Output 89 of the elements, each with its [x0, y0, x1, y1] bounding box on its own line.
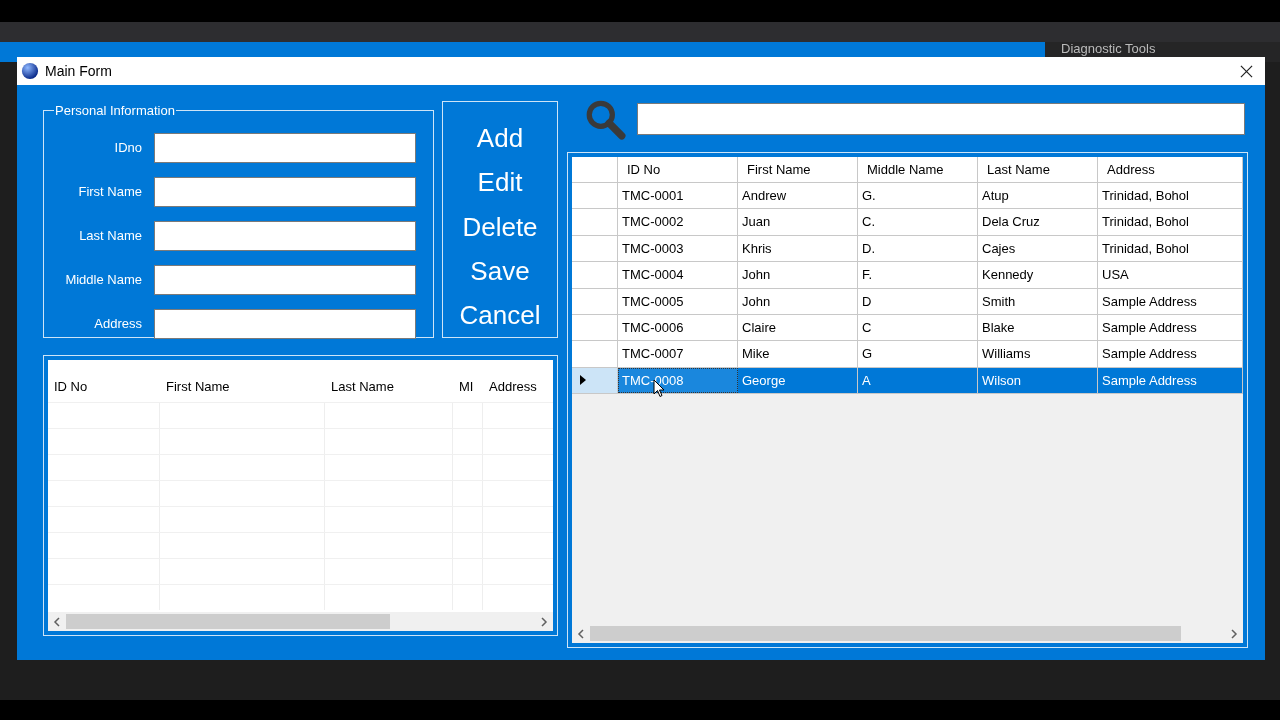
- scroll-thumb[interactable]: [66, 614, 390, 629]
- table-cell: A: [858, 367, 978, 394]
- table-row[interactable]: TMC-0006 Claire C Blake Sample Address: [572, 314, 1243, 342]
- column-header[interactable]: Last Name: [325, 376, 453, 396]
- table-cell: TMC-0008: [618, 367, 738, 394]
- table-cell: TMC-0005: [618, 288, 738, 314]
- action-button[interactable]: Delete: [458, 204, 542, 249]
- table-cell: Smith: [978, 288, 1098, 314]
- search-icon: [584, 98, 626, 140]
- table-cell: Sample Address: [1098, 314, 1243, 341]
- table-cell: Wilson: [978, 367, 1098, 394]
- panel-title: Diagnostic Tools: [1061, 42, 1157, 56]
- table-cell: Sample Address: [1098, 341, 1243, 367]
- table-cell: D.: [858, 235, 978, 262]
- table-cell: Trinidad, Bohol: [1098, 209, 1243, 235]
- input-field[interactable]: [154, 220, 416, 251]
- close-icon: [1239, 64, 1253, 78]
- table-cell: John: [738, 288, 858, 314]
- column-header[interactable]: Address: [1098, 157, 1243, 182]
- field-label: Middle Name: [64, 270, 142, 289]
- action-button[interactable]: Edit: [473, 160, 527, 205]
- table-row[interactable]: TMC-0008 George A Wilson Sample Address: [572, 367, 1243, 395]
- column-header[interactable]: ID No: [48, 376, 160, 396]
- column-header[interactable]: First Name: [738, 157, 858, 182]
- table-row[interactable]: TMC-0007 Mike G Williams Sample Address: [572, 341, 1243, 368]
- table-cell: Khris: [738, 235, 858, 262]
- table-cell: USA: [1098, 262, 1243, 288]
- table-cell: G.: [858, 183, 978, 209]
- table-cell: Dela Cruz: [978, 209, 1098, 235]
- column-header[interactable]: Last Name: [978, 157, 1098, 182]
- table-cell: Atup: [978, 183, 1098, 209]
- action-button[interactable]: Cancel: [455, 292, 545, 337]
- table-row[interactable]: TMC-0004 John F. Kennedy USA: [572, 262, 1243, 289]
- column-header[interactable]: Middle Name: [858, 157, 978, 182]
- horizontal-scrollbar[interactable]: [48, 612, 553, 631]
- table-cell: TMC-0007: [618, 341, 738, 367]
- table-cell: F.: [858, 262, 978, 288]
- table-cell: Mike: [738, 341, 858, 367]
- table-cell: TMC-0006: [618, 314, 738, 341]
- scroll-right-icon[interactable]: [1229, 628, 1239, 639]
- table-cell: Sample Address: [1098, 288, 1243, 314]
- table-cell: Trinidad, Bohol: [1098, 235, 1243, 262]
- table-cell: TMC-0002: [618, 209, 738, 235]
- table-cell: C.: [858, 209, 978, 235]
- field-label: Last Name: [78, 226, 142, 245]
- table-cell: C: [858, 314, 978, 341]
- current-row-icon: [580, 375, 586, 386]
- input-field[interactable]: [154, 264, 416, 295]
- table-cell: D: [858, 288, 978, 314]
- table-row[interactable]: TMC-0001 Andrew G. Atup Trinidad, Bohol: [572, 183, 1243, 210]
- scroll-right-icon[interactable]: [539, 616, 549, 627]
- column-header[interactable]: ID No: [618, 157, 738, 182]
- table-cell: Juan: [738, 209, 858, 235]
- column-header[interactable]: MI: [453, 376, 483, 396]
- field-label: First Name: [77, 182, 142, 201]
- scroll-left-icon[interactable]: [576, 628, 586, 639]
- table-cell: Kennedy: [978, 262, 1098, 288]
- row-header[interactable]: [572, 367, 618, 394]
- table-cell: Williams: [978, 341, 1098, 367]
- table-cell: Andrew: [738, 183, 858, 209]
- table-cell: Trinidad, Bohol: [1098, 183, 1243, 209]
- window-title: Main Form: [45, 61, 112, 81]
- input-field[interactable]: [154, 308, 416, 339]
- column-header[interactable]: Address: [483, 376, 553, 396]
- scroll-thumb[interactable]: [590, 626, 1181, 641]
- table-cell: Claire: [738, 314, 858, 341]
- input-field[interactable]: [154, 176, 416, 207]
- table-cell: George: [738, 367, 858, 394]
- group-title: Personal Information: [54, 102, 176, 120]
- input-field[interactable]: [154, 132, 416, 163]
- globe-icon: [21, 62, 39, 80]
- field-label: Address: [93, 314, 142, 333]
- table-cell: Cajes: [978, 235, 1098, 262]
- field-label: IDno: [113, 138, 142, 157]
- table-cell: Sample Address: [1098, 367, 1243, 394]
- column-header[interactable]: First Name: [160, 376, 325, 396]
- table-cell: TMC-0001: [618, 183, 738, 209]
- search-field[interactable]: [637, 103, 1245, 135]
- table-cell: John: [738, 262, 858, 288]
- table-row[interactable]: TMC-0005 John D Smith Sample Address: [572, 288, 1243, 315]
- table-cell: G: [858, 341, 978, 367]
- table-row[interactable]: TMC-0003 Khris D. Cajes Trinidad, Bohol: [572, 235, 1243, 263]
- table-row[interactable]: TMC-0002 Juan C. Dela Cruz Trinidad, Bohol: [572, 209, 1243, 236]
- table-cell: TMC-0004: [618, 262, 738, 288]
- action-button[interactable]: Save: [466, 248, 534, 293]
- table-cell: Blake: [978, 314, 1098, 341]
- scroll-left-icon[interactable]: [52, 616, 62, 627]
- table-cell: TMC-0003: [618, 235, 738, 262]
- action-button[interactable]: Add: [472, 116, 528, 161]
